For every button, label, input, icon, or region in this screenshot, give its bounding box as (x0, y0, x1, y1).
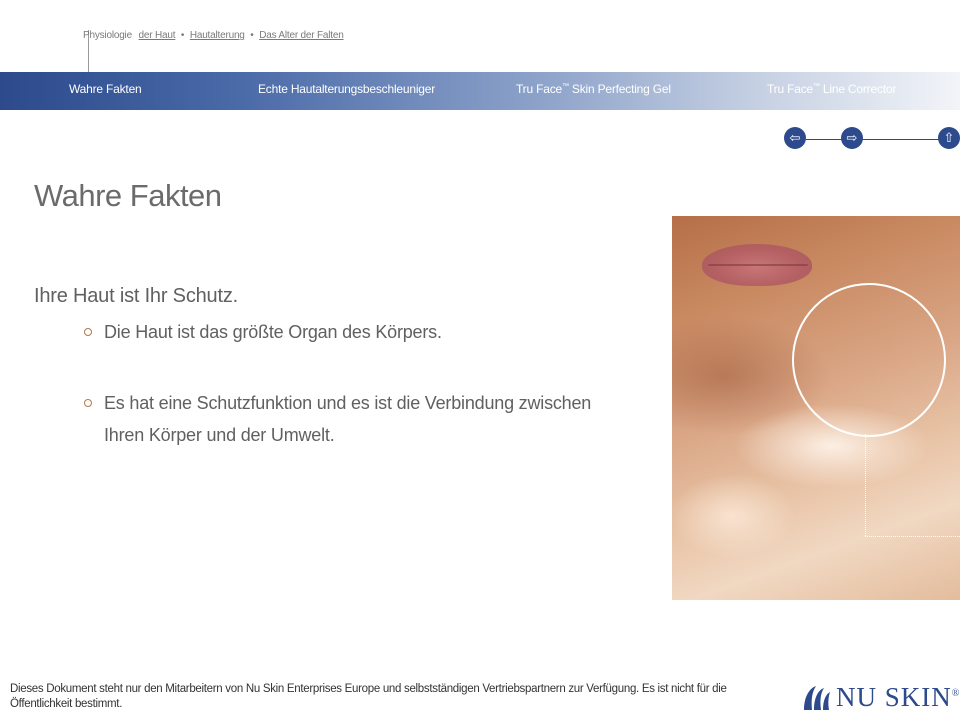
nu-skin-logo-icon (804, 686, 830, 710)
nav-tab-skin-perfecting-gel[interactable]: Tru Face™ Skin Perfecting Gel (516, 82, 671, 96)
breadcrumb-separator: • (180, 30, 185, 41)
arrow-connector (806, 139, 846, 140)
lips-line (708, 264, 808, 266)
breadcrumb: Physiologie der Haut • Hautalterung • Da… (83, 30, 344, 41)
callout-line-vertical (865, 434, 866, 536)
slide-navigation: ⇦ ⇨ ⇧ (784, 127, 960, 153)
bullet-item: Die Haut ist das größte Organ des Körper… (84, 316, 624, 348)
breadcrumb-separator: • (250, 30, 254, 41)
highlight-circle (792, 283, 946, 437)
bullet-circle-icon (84, 399, 92, 407)
nav-tab-label-rest: Line Corrector (819, 82, 897, 96)
breadcrumb-root: Physiologie (83, 30, 132, 41)
arrow-connector (862, 139, 940, 140)
page-title: Wahre Fakten (34, 178, 222, 213)
lead-text: Ihre Haut ist Ihr Schutz. (34, 285, 238, 307)
nav-tab-label: Tru Face (767, 82, 813, 96)
nu-skin-logo: NU SKIN® (800, 680, 960, 714)
nav-tab-label-rest: Skin Perfecting Gel (568, 82, 671, 96)
breadcrumb-link-skin[interactable]: der Haut (139, 30, 176, 41)
nav-tab-label: Tru Face (516, 82, 562, 96)
nav-tab-label: Echte Hautalterungsbeschleuniger (258, 82, 436, 96)
bullet-item: Es hat eine Schutzfunktion und es ist di… (84, 387, 624, 451)
nav-tab-label: Wahre Fakten (69, 82, 142, 96)
logo-wordmark: NU SKIN® (836, 682, 960, 712)
footer-disclaimer: Dieses Dokument steht nur den Mitarbeite… (10, 683, 727, 710)
up-arrow-icon[interactable]: ⇧ (938, 127, 960, 149)
breadcrumb-link-wrinkles[interactable]: Das Alter der Falten (259, 30, 344, 41)
callout-line-horizontal (865, 536, 960, 537)
breadcrumb-link-aging[interactable]: Hautalterung (190, 30, 245, 41)
trademark-mark: ™ (812, 83, 820, 90)
trademark-mark: ™ (561, 83, 569, 90)
nav-tab-line-corrector[interactable]: Tru Face™ Line Corrector (767, 82, 896, 96)
back-arrow-icon[interactable]: ⇦ (784, 127, 806, 149)
bullet-text: Die Haut ist das größte Organ des Körper… (104, 322, 442, 342)
nav-tab-wahre-fakten[interactable]: Wahre Fakten (69, 82, 142, 96)
bullet-circle-icon (84, 328, 92, 336)
nav-tab-hautalterungsbeschleuniger[interactable]: Echte Hautalterungsbeschleuniger (258, 82, 435, 96)
forward-arrow-icon[interactable]: ⇨ (841, 127, 863, 149)
top-navigation-bar: Wahre Fakten Echte Hautalterungsbeschleu… (0, 72, 960, 110)
bullet-text: Es hat eine Schutzfunktion und es ist di… (104, 393, 592, 445)
